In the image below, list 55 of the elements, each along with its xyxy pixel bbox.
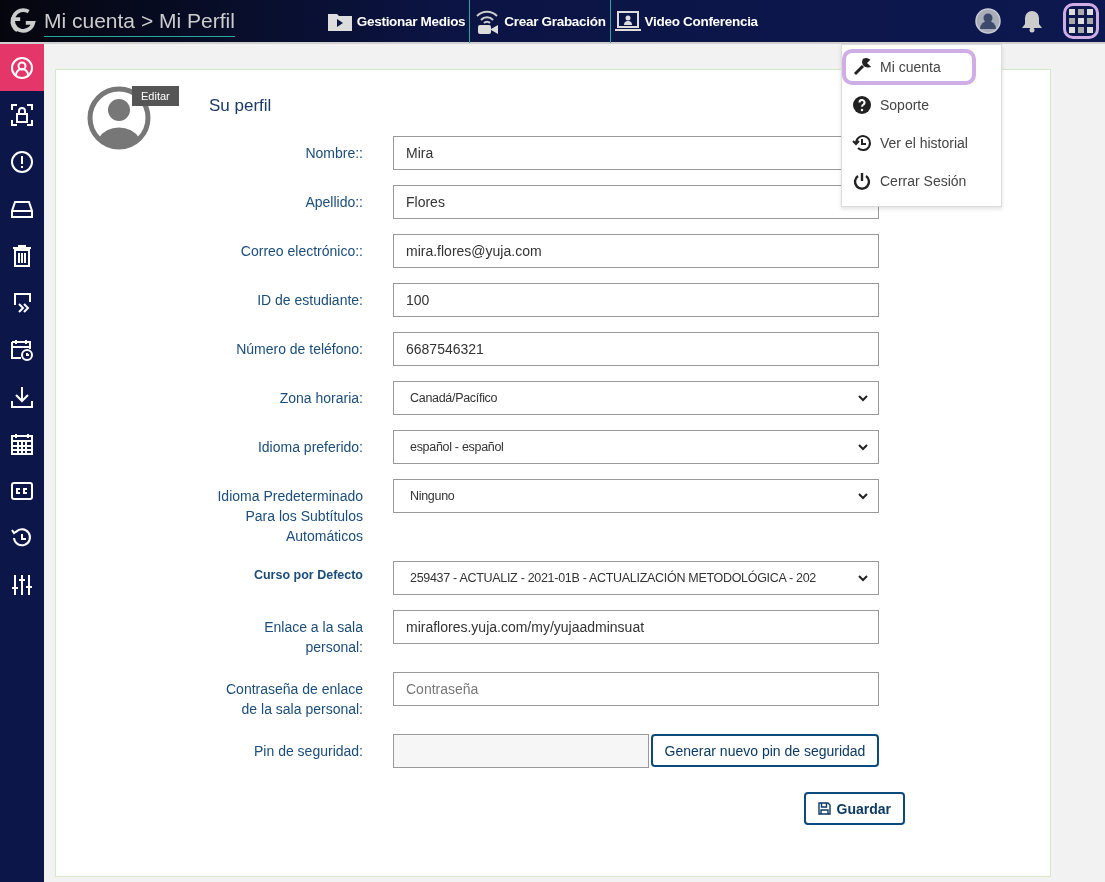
save-button[interactable]: Guardar [803,792,905,825]
laptop-person-icon [614,9,641,33]
password-field[interactable]: Contraseña [393,672,879,706]
field-label: Correo electrónico:: [239,242,363,261]
save-icon [817,802,831,815]
calendar-clock-icon [10,337,34,362]
field-label: Curso por Defecto [252,567,363,584]
user-circle-icon [10,55,34,80]
wrench-icon [852,57,872,77]
field-label: ID de estudiante: [256,291,363,310]
trash-icon [10,243,34,268]
calendar-icon [10,431,34,456]
field-label: Enlace a la sala personal: [263,618,363,657]
field-label: Apellido:: [304,193,363,212]
bell-icon[interactable] [1021,9,1043,33]
download-icon [10,384,34,409]
menu-item[interactable]: Soporte [842,87,1001,123]
nav-link[interactable]: Video Conferencia [609,0,762,43]
dropdown-field[interactable]: español - español [393,430,879,464]
chevron-down-icon [858,443,868,451]
help-icon [852,95,872,115]
logo-icon [8,6,38,36]
sliders-icon [10,572,34,597]
dropdown-field[interactable]: Ninguno [393,479,879,513]
field-label: Contraseña de enlace de la sala personal: [225,680,363,719]
field-label: Nombre:: [304,144,363,163]
field-label: Idioma Predeterminado Para los Subtítulos Automáticos [216,487,363,546]
chevron-down-icon [858,492,868,500]
chevron-down-icon [858,574,868,582]
generate-pin-button[interactable]: Generar nuevo pin de seguridad [651,734,879,767]
edit-avatar-button[interactable]: Editar [132,86,179,106]
breadcrumb[interactable]: Mi cuenta > Mi Perfil [44,9,235,37]
dropdown-field[interactable]: 259437 - ACTUALIZ - 2021-01B - ACTUALIZACIÓN METODOLÓGICA - 202 [393,561,879,595]
text-field[interactable]: 6687546321 [393,332,879,366]
section-title: Su perfil [209,96,272,116]
menu-item[interactable]: Mi cuenta [842,49,976,85]
user-avatar-icon[interactable] [975,8,1001,34]
lock-icon [10,102,34,127]
field-label: Idioma preferido: [256,438,363,457]
chevron-down-icon [858,394,868,402]
power-icon [852,171,872,191]
dropdown-field[interactable]: Canadá/Pacífico [393,381,879,415]
text-field[interactable]: miraflores.yuja.com/my/yujaadminsuat [393,610,879,644]
field-label: Número de teléfono: [235,340,363,359]
nav-link[interactable]: Gestionar Medios [322,0,470,43]
nav-link[interactable]: Crear Grabación [469,0,610,43]
text-field[interactable]: 100 [393,283,879,317]
text-field[interactable]: mira.flores@yuja.com [393,234,879,268]
exclamation-icon [10,149,34,174]
apps-grid-icon [1069,9,1093,33]
field-label: Pin de seguridad: [253,742,363,761]
text-field[interactable]: Flores [393,185,879,219]
field-label: Zona horaria: [278,389,363,408]
apps-grid-button[interactable] [1063,3,1099,39]
history-icon [852,133,872,153]
